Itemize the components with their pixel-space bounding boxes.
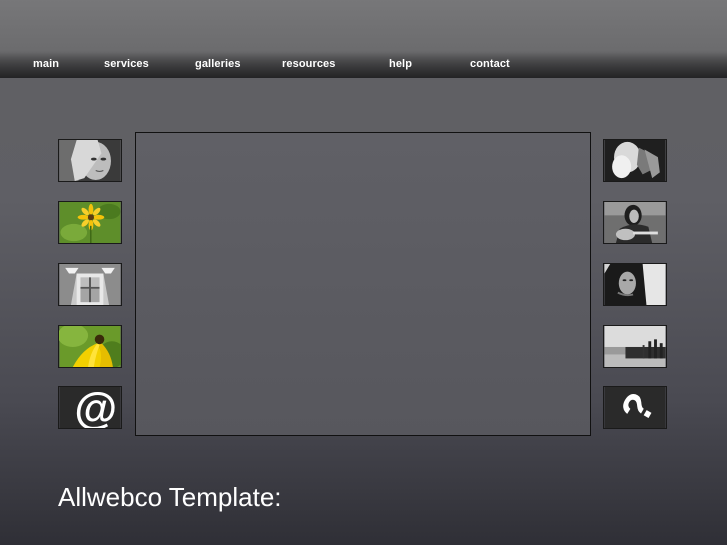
yellow-flower-closeup-photo: [59, 326, 121, 367]
thumb-woman-guitar[interactable]: [603, 201, 667, 244]
nav-resources[interactable]: resources: [282, 58, 336, 70]
woman-guitar-photo: [604, 202, 666, 243]
thumb-beach-fence[interactable]: [603, 325, 667, 368]
thumb-woman-portrait-dark[interactable]: [603, 263, 667, 306]
thumb-question-mark[interactable]: ?: [603, 386, 667, 429]
thumb-yellow-flower[interactable]: [58, 201, 122, 244]
thumb-hands[interactable]: [603, 139, 667, 182]
page-title: Allwebco Template:: [58, 482, 282, 512]
beach-fence-photo: [604, 326, 666, 367]
thumb-yellow-flower-closeup[interactable]: [58, 325, 122, 368]
thumb-window[interactable]: [58, 263, 122, 306]
question-mark-icon: ?: [604, 387, 666, 428]
thumb-at-sign[interactable]: @: [58, 386, 122, 429]
nav-galleries[interactable]: galleries: [195, 58, 241, 70]
nav-main[interactable]: main: [33, 58, 59, 70]
svg-text:@: @: [74, 387, 117, 428]
at-sign-icon: @: [59, 387, 121, 428]
portrait-woman-photo: [59, 140, 121, 181]
nav-help[interactable]: help: [389, 58, 412, 70]
main-content-panel: [135, 132, 591, 436]
thumb-portrait-woman[interactable]: [58, 139, 122, 182]
nav-contact[interactable]: contact: [470, 58, 510, 70]
yellow-flower-photo: [59, 202, 121, 243]
hands-photo: [604, 140, 666, 181]
nav-services[interactable]: services: [104, 58, 149, 70]
window-photo: [59, 264, 121, 305]
woman-portrait-dark-photo: [604, 264, 666, 305]
